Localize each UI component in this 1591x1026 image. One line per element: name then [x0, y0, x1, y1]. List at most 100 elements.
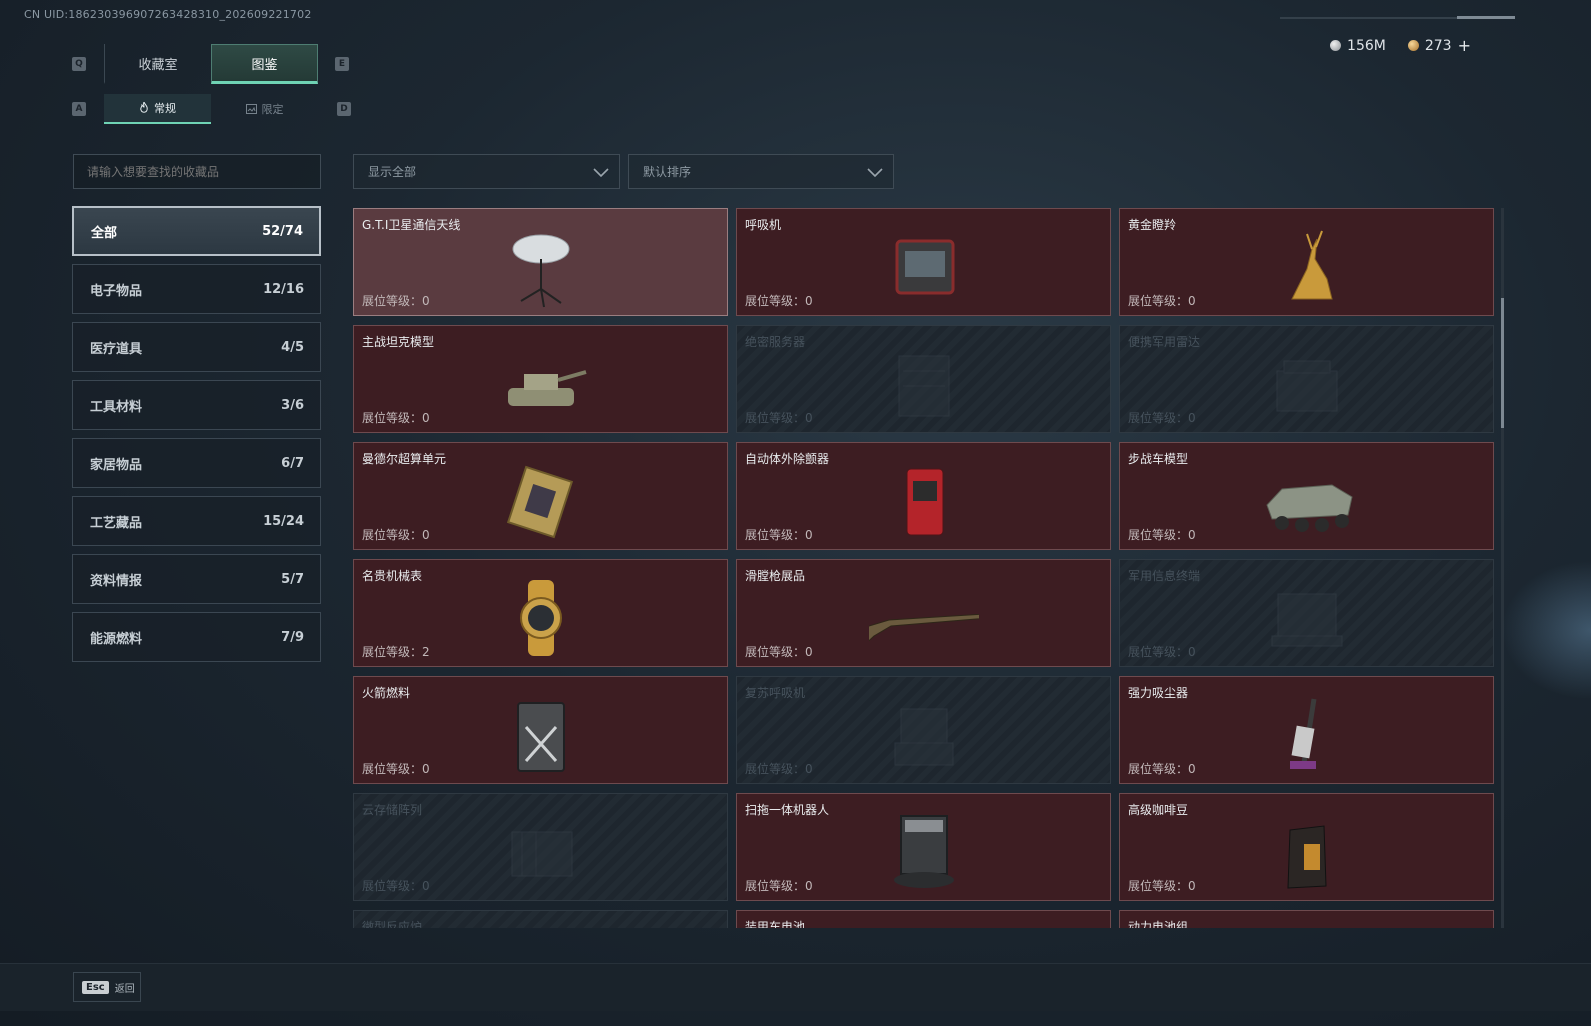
collection-item-card[interactable]: 自动体外除颤器 展位等级：0 — [736, 442, 1111, 550]
item-name: 主战坦克模型 — [362, 335, 435, 349]
item-name: 曼德尔超算单元 — [362, 452, 447, 466]
collection-item-card[interactable]: 绝密服务器 展位等级：0 — [736, 325, 1111, 433]
collection-item-card[interactable]: 火箭燃料 展位等级：0 — [353, 676, 728, 784]
silver-coin-icon — [1330, 40, 1342, 51]
item-level: 展位等级：0 — [362, 760, 430, 777]
tab-regular[interactable]: 常规 — [104, 94, 211, 124]
category-label: 医疗道具 — [90, 341, 143, 357]
item-level-value: 0 — [1188, 294, 1196, 308]
chevron-down-icon — [593, 168, 609, 178]
item-level-prefix: 展位等级： — [745, 645, 806, 659]
collection-item-card[interactable]: 高级咖啡豆展位等级：0 — [1119, 793, 1494, 901]
item-level: 展位等级：0 — [1128, 877, 1196, 894]
category-count: 7/9 — [281, 629, 304, 645]
item-level-prefix: 展位等级： — [362, 411, 423, 425]
collection-item-card[interactable]: 主战坦克模型 展位等级：0 — [353, 325, 728, 433]
battery-pack-icon — [1252, 921, 1362, 928]
item-level-prefix: 展位等级： — [362, 879, 423, 893]
tab-codex[interactable]: 图鉴 — [211, 44, 318, 84]
item-level-value: 0 — [805, 528, 813, 542]
category-count: 5/7 — [281, 571, 304, 587]
category-intel[interactable]: 资料情报 5/7 — [72, 554, 321, 604]
item-level-value: 2 — [422, 645, 430, 659]
collection-item-card[interactable]: 装甲车电池 — [736, 910, 1111, 928]
scrollbar-thumb[interactable] — [1501, 298, 1504, 428]
item-level: 展位等级：0 — [362, 292, 430, 309]
watch-icon — [519, 580, 562, 656]
collection-item-card[interactable]: 动力电池组 — [1119, 910, 1494, 928]
category-all[interactable]: 全部 52/74 — [72, 206, 321, 256]
item-level-value: 0 — [1188, 528, 1196, 542]
item-level: 展位等级：0 — [745, 643, 813, 660]
category-label: 家居物品 — [90, 457, 143, 473]
item-level-prefix: 展位等级： — [1128, 762, 1189, 776]
add-currency-button[interactable]: + — [1458, 36, 1471, 55]
key-hint-e: E — [335, 57, 349, 71]
sort-dropdown[interactable]: 默认排序 — [628, 154, 894, 189]
currency-bar: 156M 273 + — [1330, 36, 1471, 55]
category-label: 电子物品 — [90, 283, 143, 299]
category-count: 3/6 — [281, 397, 304, 413]
tab-collection-room[interactable]: 收藏室 — [104, 44, 211, 84]
item-level-value: 0 — [422, 879, 430, 893]
gold-amount: 273 — [1424, 37, 1452, 54]
collection-item-card[interactable]: 便携军用雷达 展位等级：0 — [1119, 325, 1494, 433]
item-name: 步战车模型 — [1128, 452, 1189, 466]
category-tools[interactable]: 工具材料 3/6 — [72, 380, 321, 430]
collection-item-card[interactable]: 滑膛枪展品展位等级：0 — [736, 559, 1111, 667]
collection-item-card[interactable]: 步战车模型展位等级：0 — [1119, 442, 1494, 550]
robot-vacuum-icon — [893, 815, 954, 888]
category-crafts[interactable]: 工艺藏品 15/24 — [72, 496, 321, 546]
tank-model-icon — [507, 370, 587, 406]
item-name: 绝密服务器 — [745, 335, 806, 349]
vacuum-icon — [1289, 698, 1316, 769]
item-name: 云存储阵列 — [362, 803, 423, 817]
key-hint-q: Q — [72, 57, 86, 71]
item-level-prefix: 展位等级： — [1128, 294, 1189, 308]
tab-limited[interactable]: 限定 — [211, 94, 318, 124]
item-level-prefix: 展位等级： — [1128, 879, 1189, 893]
search-input[interactable] — [73, 154, 321, 189]
gold-currency: 273 + — [1407, 36, 1471, 55]
filter-dropdown[interactable]: 显示全部 — [353, 154, 620, 189]
item-level-prefix: 展位等级： — [362, 645, 423, 659]
item-level: 展位等级：0 — [1128, 526, 1196, 543]
resuscitator-icon — [894, 708, 953, 766]
collection-item-card[interactable]: G.T.I卫星通信天线 展位等级：0 — [353, 208, 728, 316]
collection-item-card[interactable]: 军用信息终端 展位等级：0 — [1119, 559, 1494, 667]
item-level-prefix: 展位等级： — [1128, 411, 1189, 425]
item-level: 展位等级：0 — [362, 409, 430, 426]
collection-item-card[interactable]: 复苏呼吸机 展位等级：0 — [736, 676, 1111, 784]
item-name: 自动体外除颤器 — [745, 452, 830, 466]
collection-item-card[interactable]: 强力吸尘器 展位等级：0 — [1119, 676, 1494, 784]
sub-tabs: 常规 限定 — [104, 94, 318, 124]
category-energy[interactable]: 能源燃料 7/9 — [72, 612, 321, 662]
collection-item-card[interactable]: 扫拖一体机器人 展位等级：0 — [736, 793, 1111, 901]
category-label: 工艺藏品 — [90, 515, 143, 531]
collection-item-card[interactable]: 云存储阵列展位等级：0 — [353, 793, 728, 901]
item-name: 装甲车电池 — [745, 920, 806, 928]
collection-item-card[interactable]: 呼吸机 展位等级：0 — [736, 208, 1111, 316]
uid-label: CN UID:1862303969072634283​10_2026092217… — [24, 8, 312, 21]
back-button[interactable]: Esc 返回 — [73, 972, 141, 1002]
item-level: 展位等级：0 — [745, 292, 813, 309]
collection-item-card[interactable]: 名贵机械表展位等级：2 — [353, 559, 728, 667]
item-level-value: 0 — [805, 762, 813, 776]
category-medical[interactable]: 医疗道具 4/5 — [72, 322, 321, 372]
category-household[interactable]: 家居物品 6/7 — [72, 438, 321, 488]
item-name: 名贵机械表 — [362, 569, 423, 583]
coffee-bag-icon — [1286, 825, 1327, 889]
item-name: 强力吸尘器 — [1128, 686, 1189, 700]
item-name: 滑膛枪展品 — [745, 569, 806, 583]
collection-item-card[interactable]: 曼德尔超算单元 展位等级：0 — [353, 442, 728, 550]
collection-item-card[interactable]: 黄金瞪羚 展位等级：0 — [1119, 208, 1494, 316]
gold-coin-icon — [1407, 40, 1419, 51]
silver-currency: 156M — [1330, 38, 1386, 54]
item-name: G.T.I卫星通信天线 — [362, 218, 461, 232]
item-level-prefix: 展位等级： — [745, 411, 806, 425]
category-electronics[interactable]: 电子物品 12/16 — [72, 264, 321, 314]
item-name: 高级咖啡豆 — [1128, 803, 1189, 817]
item-level: 展位等级：0 — [362, 526, 430, 543]
item-level: 展位等级：0 — [1128, 409, 1196, 426]
collection-item-card[interactable]: 微型反应炉 — [353, 910, 728, 928]
